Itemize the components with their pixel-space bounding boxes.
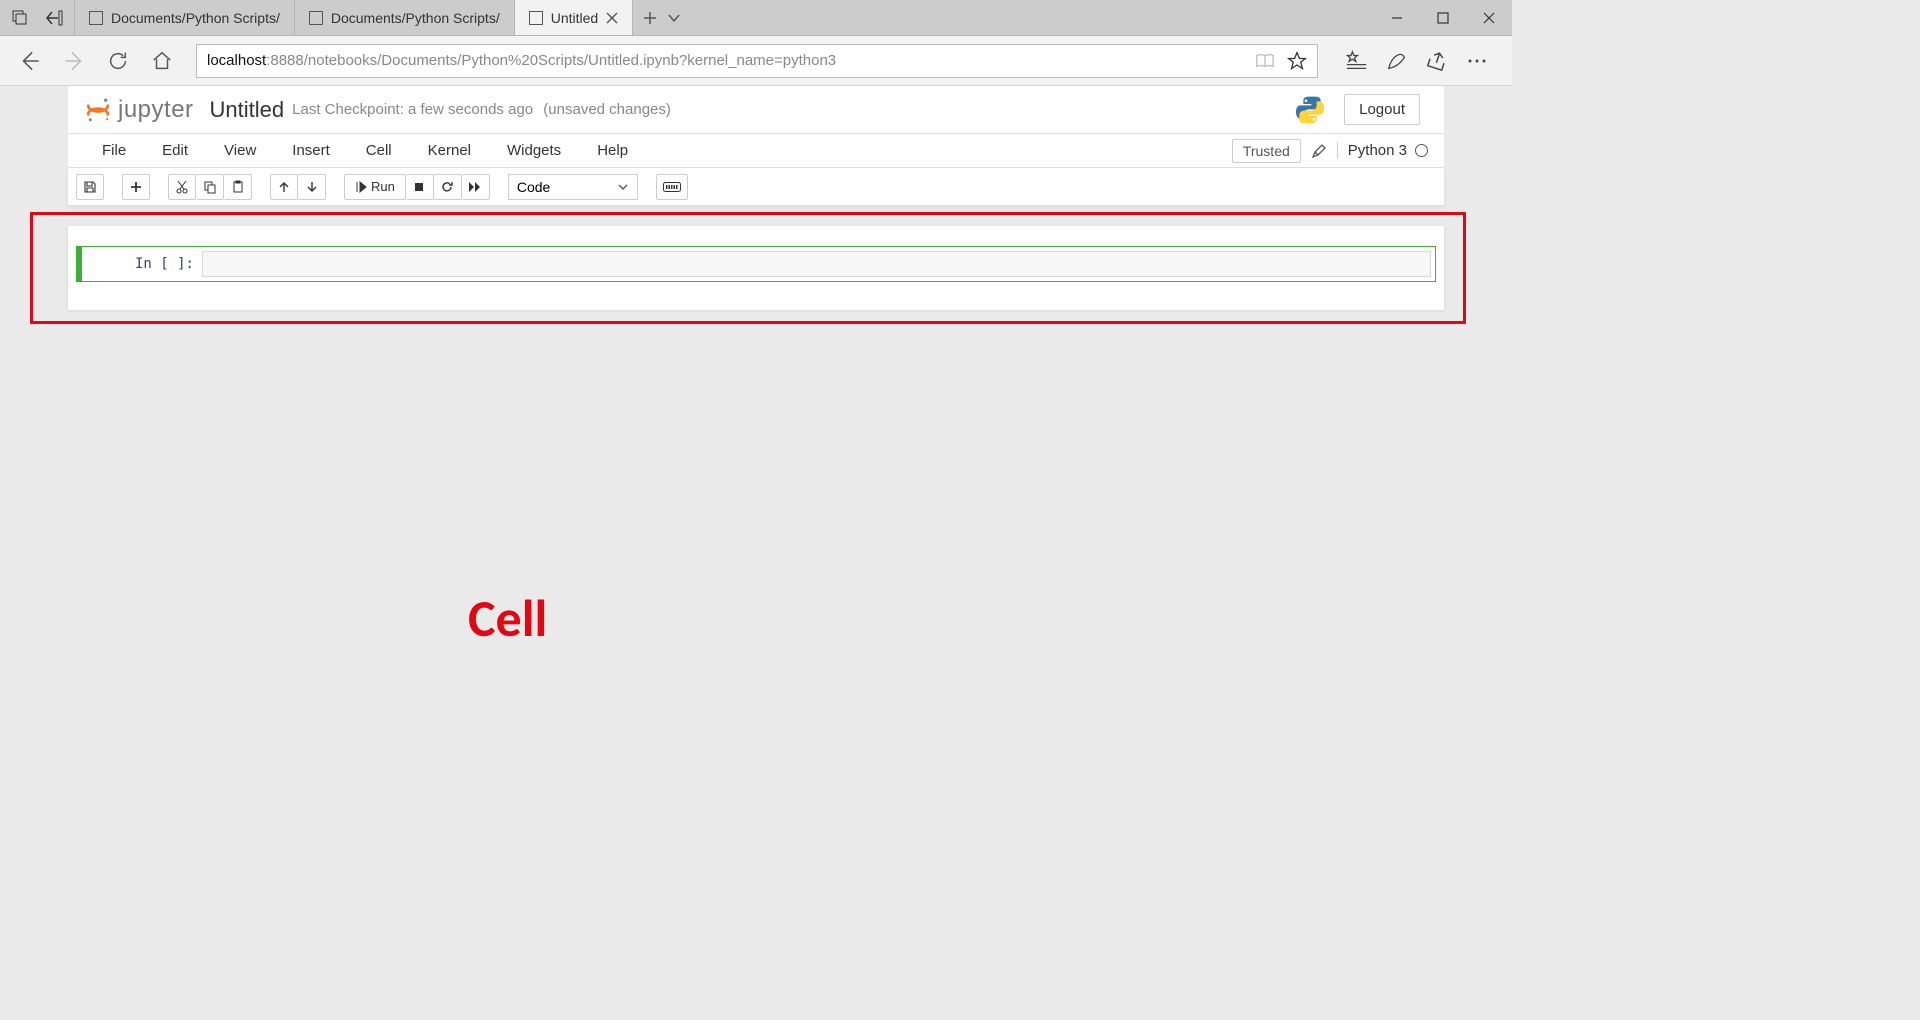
notes-icon[interactable] [1386, 50, 1408, 72]
tab-title: Untitled [551, 10, 598, 26]
menu-cell[interactable]: Cell [348, 142, 410, 159]
menu-file[interactable]: File [84, 142, 144, 159]
run-label: Run [371, 179, 395, 194]
menu-widgets[interactable]: Widgets [489, 142, 579, 159]
back-button[interactable] [10, 41, 50, 81]
more-icon[interactable] [1466, 57, 1488, 65]
menu-help[interactable]: Help [579, 142, 646, 159]
cut-button[interactable] [168, 174, 196, 200]
window-controls [1374, 0, 1512, 35]
tab-title: Documents/Python Scripts/ [331, 10, 500, 26]
tab-favicon-icon [309, 11, 323, 25]
jupyter-logo-text: jupyter [118, 96, 194, 124]
maximize-button[interactable] [1420, 0, 1466, 36]
kernel-name: Python 3 [1348, 142, 1407, 159]
trusted-indicator[interactable]: Trusted [1232, 139, 1301, 163]
jupyter-logo-icon [84, 96, 112, 124]
jupyter-header: jupyter Untitled Last Checkpoint: a few … [68, 86, 1444, 134]
close-window-button[interactable] [1466, 0, 1512, 36]
restart-button[interactable] [434, 174, 462, 200]
restart-run-all-button[interactable] [462, 174, 490, 200]
move-down-button[interactable] [298, 174, 326, 200]
notebook-area: In [ ]: [68, 226, 1444, 310]
browser-left-buttons [0, 0, 75, 35]
tab-overview-icon[interactable] [6, 0, 34, 36]
kernel-indicator[interactable]: Python 3 [1337, 142, 1428, 159]
save-button[interactable] [76, 174, 104, 200]
url-path: :8888/notebooks/Documents/Python%20Scrip… [266, 52, 836, 69]
jupyter-logo[interactable]: jupyter [84, 96, 194, 124]
url-host: localhost [207, 52, 266, 69]
checkpoint-text: Last Checkpoint: a few seconds ago (unsa… [292, 101, 671, 118]
close-tab-icon[interactable] [606, 12, 618, 24]
url-bar[interactable]: localhost:8888/notebooks/Documents/Pytho… [196, 44, 1318, 78]
refresh-button[interactable] [98, 41, 138, 81]
minimize-button[interactable] [1374, 0, 1420, 36]
tab-dropdown-icon[interactable] [667, 11, 681, 25]
kernel-status-icon [1415, 144, 1428, 157]
jupyter-toolbar: Run Code [68, 168, 1444, 206]
annotation-cell-label: Cell [468, 586, 547, 650]
home-button[interactable] [142, 41, 182, 81]
cut-copy-paste-group [168, 174, 252, 200]
forward-button[interactable] [54, 41, 94, 81]
edit-pencil-icon[interactable] [1311, 143, 1327, 159]
favorite-star-icon[interactable] [1287, 51, 1307, 71]
logout-button[interactable]: Logout [1344, 94, 1420, 125]
menu-view[interactable]: View [206, 142, 274, 159]
menu-edit[interactable]: Edit [144, 142, 206, 159]
jupyter-page: jupyter Untitled Last Checkpoint: a few … [0, 86, 1512, 806]
copy-button[interactable] [196, 174, 224, 200]
tab-favicon-icon [529, 11, 543, 25]
cell-type-value: Code [517, 179, 550, 195]
run-group: Run [344, 174, 490, 200]
run-button[interactable]: Run [344, 174, 406, 200]
tab-0[interactable]: Documents/Python Scripts/ [75, 0, 295, 35]
menu-insert[interactable]: Insert [274, 142, 348, 159]
set-aside-tabs-icon[interactable] [40, 0, 68, 36]
browser-tab-strip: Documents/Python Scripts/ Documents/Pyth… [0, 0, 1512, 36]
tab-actions [633, 0, 691, 35]
tab-2-active[interactable]: Untitled [515, 0, 633, 35]
python-logo-icon [1294, 94, 1326, 126]
notebook-title[interactable]: Untitled [210, 97, 285, 123]
tab-title: Documents/Python Scripts/ [111, 10, 280, 26]
share-icon[interactable] [1426, 50, 1448, 72]
favorites-list-icon[interactable] [1346, 50, 1368, 72]
cell-prompt: In [ ]: [82, 247, 202, 281]
jupyter-menubar: File Edit View Insert Cell Kernel Widget… [68, 134, 1444, 168]
interrupt-button[interactable] [406, 174, 434, 200]
run-icon [355, 181, 367, 193]
reading-view-icon[interactable] [1255, 52, 1275, 70]
paste-button[interactable] [224, 174, 252, 200]
browser-nav-bar: localhost:8888/notebooks/Documents/Pytho… [0, 36, 1512, 86]
command-palette-button[interactable] [656, 174, 688, 200]
cell-input[interactable] [202, 251, 1431, 277]
tab-1[interactable]: Documents/Python Scripts/ [295, 0, 515, 35]
new-tab-icon[interactable] [643, 11, 657, 25]
menu-kernel[interactable]: Kernel [410, 142, 489, 159]
chevron-down-icon [617, 181, 629, 193]
cell-type-select[interactable]: Code [508, 174, 638, 200]
move-group [270, 174, 326, 200]
tab-favicon-icon [89, 11, 103, 25]
code-cell[interactable]: In [ ]: [76, 246, 1436, 282]
add-cell-button[interactable] [122, 174, 150, 200]
move-up-button[interactable] [270, 174, 298, 200]
browser-right-tools [1332, 50, 1502, 72]
